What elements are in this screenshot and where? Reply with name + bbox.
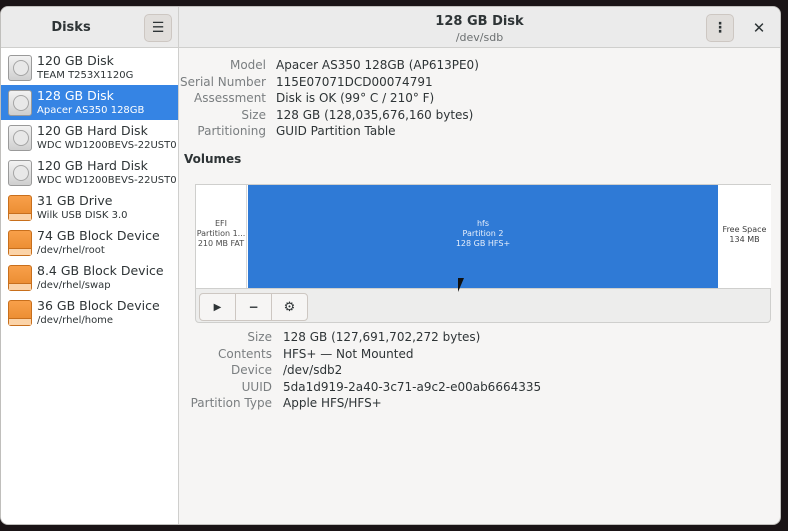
disk-model: /dev/rhel/home xyxy=(37,315,114,326)
disk-list-item[interactable]: 8.4 GB Block Device /dev/rhel/swap xyxy=(1,260,178,295)
delete-partition-button[interactable]: − xyxy=(235,293,272,321)
disk-model: /dev/rhel/root xyxy=(37,245,105,256)
disk-name: 74 GB Block Device xyxy=(37,228,160,243)
partition-efi[interactable]: EFI Partition 1... 210 MB FAT xyxy=(196,185,247,288)
disk-name: 8.4 GB Block Device xyxy=(37,263,164,278)
hard-disk-icon xyxy=(8,160,32,186)
info-label: Partitioning xyxy=(197,124,266,138)
disk-model: WDC WD1200BEVS-22UST0 xyxy=(37,175,177,186)
partition-hfs-selected[interactable]: hfs Partition 2 128 GB HFS+ xyxy=(248,185,718,288)
info-value: 128 GB (128,035,676,160 bytes) xyxy=(276,107,474,122)
disk-model: Apacer AS350 128GB xyxy=(37,105,145,116)
partition-label: Partition 1... xyxy=(196,229,246,238)
disk-list-item[interactable]: 74 GB Block Device /dev/rhel/root xyxy=(1,225,178,260)
disk-list-item[interactable]: 31 GB Drive Wilk USB DISK 3.0 xyxy=(1,190,178,225)
detail-label: Size xyxy=(247,330,272,344)
info-label: Assessment xyxy=(194,91,266,105)
disk-list: 120 GB Disk TEAM T253X1120G 128 GB Disk … xyxy=(1,48,179,524)
partition-label: 128 GB HFS+ xyxy=(455,239,511,248)
disk-model: /dev/rhel/swap xyxy=(37,280,111,291)
volume-map: EFI Partition 1... 210 MB FAT hfs Partit… xyxy=(195,184,771,288)
disk-model: TEAM T253X1120G xyxy=(37,70,134,81)
drive-options-button[interactable]: ⋮ xyxy=(706,14,734,42)
disk-name: 120 GB Disk xyxy=(37,53,114,68)
disk-name: 128 GB Disk xyxy=(37,88,114,103)
info-label: Model xyxy=(229,58,266,72)
disk-details-panel: Model Apacer AS350 128GB (AP613PE0) Seri… xyxy=(180,48,780,524)
block-device-icon xyxy=(8,265,32,291)
block-device-icon xyxy=(8,300,32,326)
mouse-cursor-icon xyxy=(458,278,464,292)
partition-options-button[interactable]: ⚙ xyxy=(271,293,308,321)
disk-name: 120 GB Hard Disk xyxy=(37,158,148,173)
info-value: Disk is OK (99° C / 210° F) xyxy=(276,91,435,105)
detail-value: /dev/sdb2 xyxy=(283,363,343,377)
disk-name: 36 GB Block Device xyxy=(37,298,160,313)
disk-list-item[interactable]: 36 GB Block Device /dev/rhel/home xyxy=(1,295,178,330)
hamburger-icon: ☰ xyxy=(151,20,165,36)
close-icon: ✕ xyxy=(752,19,766,37)
play-icon: ▶ xyxy=(213,301,222,313)
detail-label: Device xyxy=(230,363,272,377)
disk-list-item[interactable]: 120 GB Hard Disk WDC WD1200BEVS-22UST0 xyxy=(1,155,178,190)
detail-label: UUID xyxy=(241,379,272,394)
disk-list-item[interactable]: 120 GB Disk TEAM T253X1120G xyxy=(1,50,178,85)
disk-name: 31 GB Drive xyxy=(37,193,113,208)
partition-label: hfs xyxy=(476,219,490,228)
gears-icon: ⚙ xyxy=(283,299,296,315)
volumes-heading: Volumes xyxy=(184,152,242,166)
disk-list-item[interactable]: 120 GB Hard Disk WDC WD1200BEVS-22UST0 xyxy=(1,120,178,155)
volume-toolbar: ▶ − ⚙ xyxy=(195,288,771,323)
sidebar-header: Disks ☰ xyxy=(1,7,179,48)
info-value: Apacer AS350 128GB (AP613PE0) xyxy=(276,58,479,72)
mount-button[interactable]: ▶ xyxy=(199,293,236,321)
info-value: GUID Partition Table xyxy=(276,124,396,138)
detail-value: 5da1d919-2a40-3c71-a9c2-e00ab6664335 xyxy=(283,379,542,394)
header-bar: Disks ☰ 128 GB Disk /dev/sdb ⋮ ✕ xyxy=(1,7,780,48)
disk-name: 120 GB Hard Disk xyxy=(37,123,148,138)
info-label: Serial Number xyxy=(180,74,266,89)
partition-label: EFI xyxy=(214,219,227,228)
info-value: 115E07071DCD00074791 xyxy=(276,74,433,89)
detail-value: Apple HFS/HFS+ xyxy=(283,396,382,410)
block-device-icon xyxy=(8,230,32,256)
app-menu-button[interactable]: ☰ xyxy=(144,14,172,42)
hard-disk-icon xyxy=(8,125,32,151)
hard-disk-icon xyxy=(8,55,32,81)
detail-label: Partition Type xyxy=(190,396,272,410)
disk-list-item-selected[interactable]: 128 GB Disk Apacer AS350 128GB xyxy=(1,85,178,120)
detail-value: HFS+ — Not Mounted xyxy=(283,346,414,361)
detail-value: 128 GB (127,691,702,272 bytes) xyxy=(283,330,481,344)
partition-label: Partition 2 xyxy=(462,229,504,238)
hard-disk-icon xyxy=(8,90,32,116)
info-label: Size xyxy=(241,107,266,122)
content-header: 128 GB Disk /dev/sdb ⋮ xyxy=(179,7,780,48)
app-title: Disks xyxy=(51,20,91,35)
disk-model: WDC WD1200BEVS-22UST0 xyxy=(37,140,177,151)
close-button[interactable]: ✕ xyxy=(746,15,772,41)
detail-label: Contents xyxy=(218,346,272,361)
disks-window: Disks ☰ 128 GB Disk /dev/sdb ⋮ ✕ 120 GB … xyxy=(0,6,781,525)
usb-drive-icon xyxy=(8,195,32,221)
partition-label: 134 MB xyxy=(729,235,760,244)
minus-icon: − xyxy=(248,300,259,314)
partition-label: 210 MB FAT xyxy=(197,239,245,248)
partition-label: Free Space xyxy=(722,225,767,234)
disk-title: 128 GB Disk xyxy=(435,14,524,29)
disk-device-path: /dev/sdb xyxy=(455,31,504,44)
disk-model: Wilk USB DISK 3.0 xyxy=(37,210,128,221)
free-space[interactable]: Free Space 134 MB xyxy=(718,185,771,288)
vertical-dots-icon: ⋮ xyxy=(713,20,727,36)
